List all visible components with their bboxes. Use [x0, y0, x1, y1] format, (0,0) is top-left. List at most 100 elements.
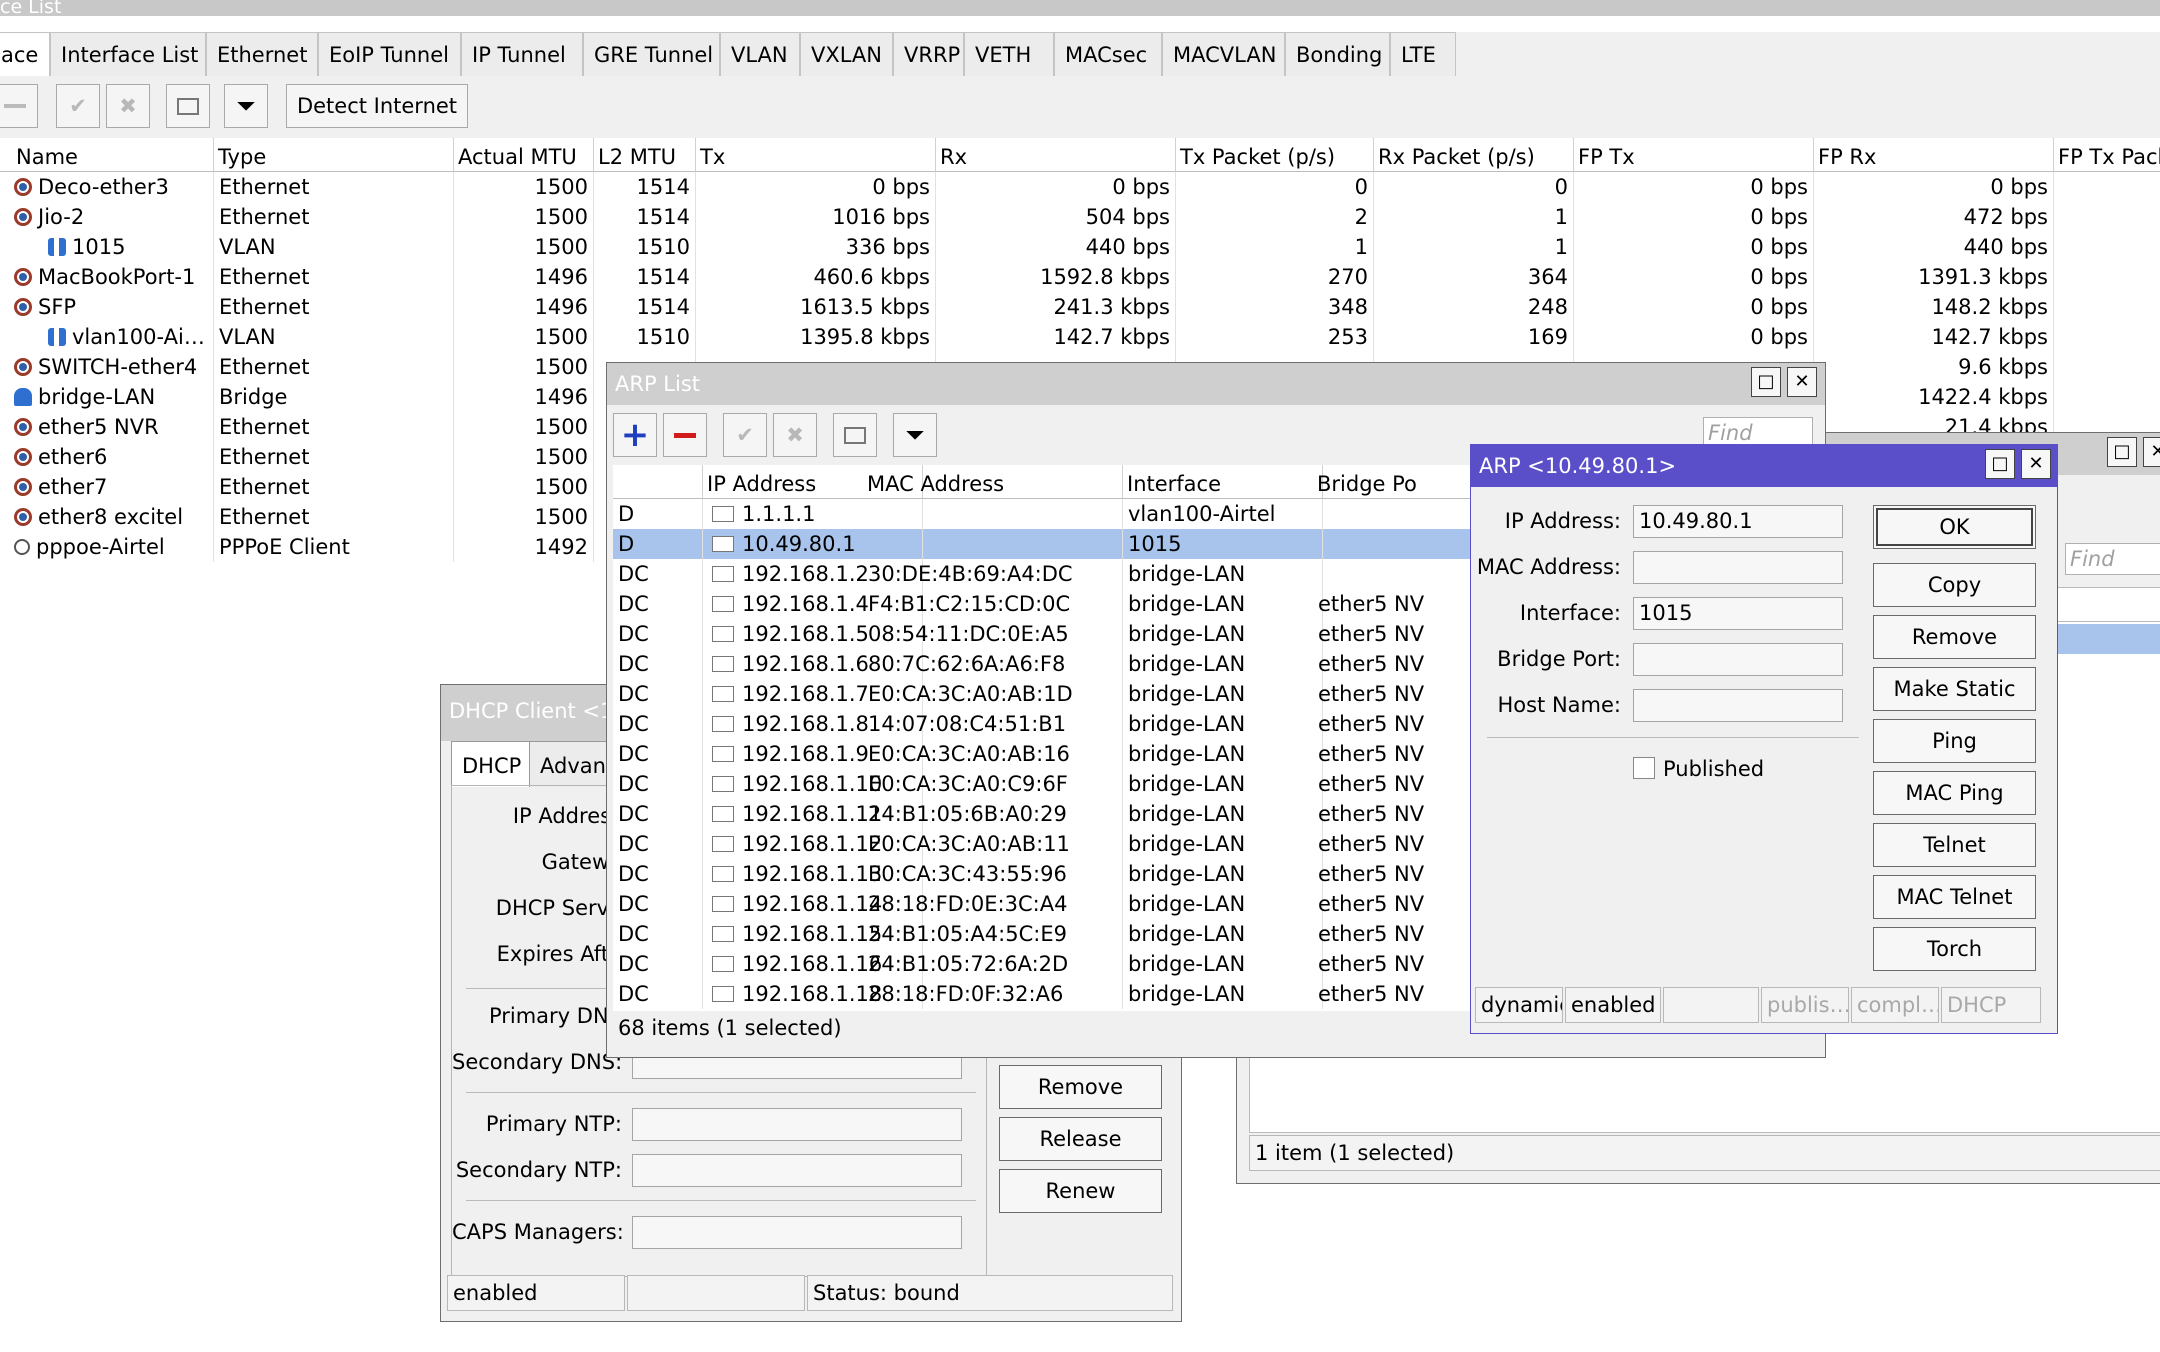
column-header-3[interactable]: L2 MTU [594, 138, 696, 172]
arp-cell-mac [863, 499, 1123, 529]
column-header-2[interactable]: Actual MTU [454, 138, 594, 172]
disable-arp-button[interactable]: ✖ [773, 413, 817, 457]
table-row[interactable]: vlan100-Ai… VLAN 1500 1510 1395.8 kbps 142.7 … [0, 322, 2160, 352]
dhcp-remove-button[interactable]: Remove [999, 1065, 1162, 1109]
comment-icon [177, 97, 199, 115]
mac-ping-button[interactable]: MAC Ping [1873, 771, 2036, 815]
interface-name: vlan100-Ai… [72, 325, 205, 349]
table-row[interactable]: MacBookPort-1 Ethernet 1496 1514 460.6 kbps 1… [0, 262, 2160, 292]
make-static-button[interactable]: Make Static [1873, 667, 2036, 711]
arp-cell-flag: DC [613, 559, 703, 589]
published-checkbox[interactable] [1633, 757, 1655, 779]
arp-column-header-2[interactable]: MAC Address [863, 465, 1123, 499]
cell-mtu: 1500 [454, 172, 594, 202]
enable-arp-button[interactable]: ✔ [723, 413, 767, 457]
primary-ntp-field[interactable] [632, 1108, 962, 1141]
secondary-ntp-field[interactable] [632, 1154, 962, 1187]
table-row[interactable]: 1015 VLAN 1500 1510 336 bps 440 bps 1 1 0 bps 440… [0, 232, 2160, 262]
tab-5[interactable]: GRE Tunnel [583, 32, 720, 76]
ping-button[interactable]: Ping [1873, 719, 2036, 763]
pppoe-icon [14, 538, 30, 555]
arp-cell-mac: 08:54:11:DC:0E:A5 [863, 619, 1123, 649]
arp-dialog-close-button[interactable]: ✕ [2021, 449, 2051, 479]
maximize-icon: □ [2113, 441, 2131, 462]
arp-column-header-3[interactable]: Interface [1123, 465, 1323, 499]
host-name-field[interactable] [1633, 689, 1843, 722]
copy-button[interactable]: Copy [1873, 563, 2036, 607]
close-button[interactable]: ✕ [2143, 437, 2160, 467]
tab-1[interactable]: Interface List [50, 32, 206, 76]
column-header-8[interactable]: FP Tx [1574, 138, 1814, 172]
remove-arp-button[interactable] [663, 413, 707, 457]
arp-list-maximize-button[interactable]: □ [1751, 367, 1781, 397]
comment-button[interactable] [166, 84, 210, 128]
dhcp-server-label: DHCP Serve [495, 896, 622, 920]
tab-advanced[interactable]: Advan [529, 741, 617, 787]
filter-button[interactable]: ⏷ [224, 84, 268, 128]
column-header-7[interactable]: Rx Packet (p/s) [1374, 138, 1574, 172]
column-header-10[interactable]: FP Tx Pack [2054, 138, 2160, 172]
tab-9[interactable]: VETH [964, 32, 1054, 76]
arp-column-header-0[interactable] [613, 465, 703, 499]
arp-dialog-maximize-button[interactable]: □ [1985, 449, 2015, 479]
maximize-icon: □ [1991, 453, 2009, 474]
maximize-button[interactable]: □ [2107, 437, 2137, 467]
tab-3[interactable]: EoIP Tunnel [318, 32, 461, 76]
tab-4[interactable]: IP Tunnel [461, 32, 583, 76]
background-find-input[interactable]: Find [2065, 543, 2160, 575]
dhcp-release-button[interactable]: Release [999, 1117, 1162, 1161]
arp-list-close-button[interactable]: ✕ [1787, 367, 1817, 397]
torch-button[interactable]: Torch [1873, 927, 2036, 971]
cross-icon: ✖ [119, 94, 137, 118]
comment-arp-button[interactable] [833, 413, 877, 457]
tab-11[interactable]: MACVLAN [1162, 32, 1285, 76]
table-row[interactable]: Deco-ether3 Ethernet 1500 1514 0 bps 0 bps 0 0 0… [0, 172, 2160, 202]
cell-rxp: 0 [1374, 172, 1574, 202]
remove-button[interactable]: Remove [1873, 615, 2036, 659]
ok-button[interactable]: OK [1873, 505, 2036, 549]
enable-button[interactable]: ✔ [56, 84, 100, 128]
mac-telnet-button[interactable]: MAC Telnet [1873, 875, 2036, 919]
dhcp-renew-button[interactable]: Renew [999, 1169, 1162, 1213]
column-header-6[interactable]: Tx Packet (p/s) [1176, 138, 1374, 172]
ip-address-label: IP Address: [1504, 509, 1621, 533]
add-arp-button[interactable]: + [613, 413, 657, 457]
interface-window-title[interactable]: ce List [0, 0, 2160, 16]
tab-7[interactable]: VXLAN [800, 32, 893, 76]
cell-name: vlan100-Ai… [0, 322, 214, 352]
table-row[interactable]: SFP Ethernet 1496 1514 1613.5 kbps 241.3 kbps… [0, 292, 2160, 322]
arp-cell-flag: DC [613, 589, 703, 619]
cell-name: ether5 NVR [0, 412, 214, 442]
filter-icon: ⏷ [905, 421, 925, 449]
column-header-0[interactable]: Name [0, 138, 214, 172]
tab-13[interactable]: LTE [1390, 32, 1456, 76]
tab-dhcp[interactable]: DHCP [451, 741, 533, 787]
tab-6[interactable]: VLAN [720, 32, 800, 76]
mac-address-field[interactable] [1633, 551, 1843, 584]
arp-dialog-status-4: compl… [1851, 987, 1939, 1023]
arp-cell-mac: 24:B1:05:72:6A:2D [863, 949, 1123, 979]
tab-10[interactable]: MACsec [1054, 32, 1162, 76]
ip-address-field[interactable]: 10.49.80.1 [1633, 505, 1843, 538]
interface-toolbar: ✔ ✖ ⏷ Detect Internet [0, 76, 2160, 138]
column-header-5[interactable]: Rx [936, 138, 1176, 172]
caps-managers-field[interactable] [632, 1216, 962, 1249]
tab-12[interactable]: Bonding [1285, 32, 1390, 76]
tab-0[interactable]: ace [0, 32, 50, 76]
arp-dialog-titlebar[interactable]: ARP <10.49.80.1> □ ✕ [1471, 445, 2057, 487]
column-header-1[interactable]: Type [214, 138, 454, 172]
telnet-button[interactable]: Telnet [1873, 823, 2036, 867]
tab-8[interactable]: VRRP [893, 32, 964, 76]
tab-2[interactable]: Ethernet [206, 32, 318, 76]
disable-button[interactable]: ✖ [106, 84, 150, 128]
table-row[interactable]: Jio-2 Ethernet 1500 1514 1016 bps 504 bps 2 1 0 … [0, 202, 2160, 232]
column-header-9[interactable]: FP Rx [1814, 138, 2054, 172]
filter-arp-button[interactable]: ⏷ [893, 413, 937, 457]
remove-interface-button[interactable] [0, 84, 38, 128]
column-header-4[interactable]: Tx [696, 138, 936, 172]
detect-internet-button[interactable]: Detect Internet [286, 84, 468, 128]
cell-rx: 142.7 kbps [936, 322, 1176, 352]
interface-field[interactable]: 1015 [1633, 597, 1843, 630]
bridge-port-field[interactable] [1633, 643, 1843, 676]
arp-list-titlebar[interactable]: ARP List □ ✕ [607, 363, 1825, 405]
